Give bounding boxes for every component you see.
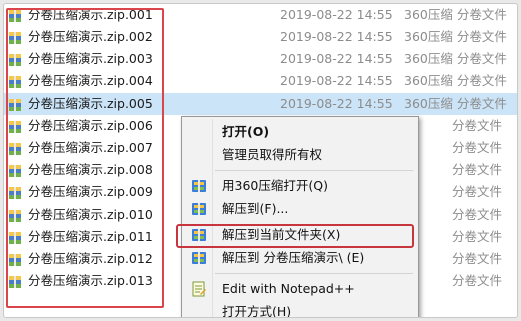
- context-menu: 打开(O) 管理员取得所有权 用360压缩打开(Q) 解压到(F)... 解压到…: [181, 116, 419, 318]
- archive-volume-icon: [8, 30, 22, 44]
- menu-item-open-with[interactable]: 打开方式(H): [182, 301, 418, 318]
- archive-volume-icon: [8, 8, 22, 22]
- menu-item-open-with-360[interactable]: 用360压缩打开(Q): [182, 175, 418, 197]
- file-type: 分卷文件: [452, 184, 503, 199]
- file-name: 分卷压缩演示.zip.007: [28, 140, 153, 155]
- file-name: 分卷压缩演示.zip.006: [28, 118, 153, 133]
- menu-item-label: 解压到(F)...: [222, 201, 289, 216]
- file-name: 分卷压缩演示.zip.008: [28, 162, 153, 177]
- archive-volume-icon: [8, 163, 22, 177]
- menu-item-take-ownership[interactable]: 管理员取得所有权: [182, 144, 418, 166]
- file-name: 分卷压缩演示.zip.004: [28, 73, 153, 88]
- 360-zip-icon: [191, 201, 207, 217]
- menu-item-label: 用360压缩打开(Q): [222, 178, 328, 193]
- file-date: 2019-08-22 14:55: [280, 29, 393, 44]
- menu-item-open[interactable]: 打开(O): [182, 121, 418, 143]
- menu-separator: [215, 273, 413, 274]
- file-row[interactable]: 分卷压缩演示.zip.001 2019-08-22 14:55 360压缩 分卷文件: [4, 4, 517, 26]
- 360-zip-icon: [191, 178, 207, 194]
- file-type: 360压缩 分卷文件: [404, 51, 507, 66]
- 360-zip-icon: [191, 250, 207, 266]
- file-type: 360压缩 分卷文件: [404, 96, 507, 111]
- menu-item-label: 解压到 分卷压缩演示\ (E): [222, 250, 365, 265]
- file-name: 分卷压缩演示.zip.003: [28, 51, 153, 66]
- file-name: 分卷压缩演示.zip.011: [28, 229, 153, 244]
- file-name: 分卷压缩演示.zip.002: [28, 29, 153, 44]
- 360-zip-icon: [191, 227, 207, 243]
- archive-volume-icon: [8, 52, 22, 66]
- menu-item-extract-here[interactable]: 解压到当前文件夹(X): [182, 224, 418, 246]
- menu-item-label: 打开(O): [222, 124, 270, 139]
- file-row[interactable]: 分卷压缩演示.zip.004 2019-08-22 14:55 360压缩 分卷文件: [4, 70, 517, 92]
- archive-volume-icon: [8, 119, 22, 133]
- menu-item-extract-to-folder[interactable]: 解压到 分卷压缩演示\ (E): [182, 247, 418, 269]
- file-type: 360压缩 分卷文件: [404, 7, 507, 22]
- file-name: 分卷压缩演示.zip.005: [28, 96, 153, 111]
- file-row[interactable]: 分卷压缩演示.zip.002 2019-08-22 14:55 360压缩 分卷文件: [4, 26, 517, 48]
- file-date: 2019-08-22 14:55: [280, 73, 393, 88]
- menu-item-extract-to[interactable]: 解压到(F)...: [182, 198, 418, 220]
- file-name: 分卷压缩演示.zip.010: [28, 207, 153, 222]
- file-type: 360压缩 分卷文件: [404, 29, 507, 44]
- file-type: 分卷文件: [452, 229, 503, 244]
- file-row[interactable]: 分卷压缩演示.zip.005 2019-08-22 14:55 360压缩 分卷文件: [4, 93, 517, 115]
- archive-volume-icon: [8, 97, 22, 111]
- file-name: 分卷压缩演示.zip.001: [28, 7, 153, 22]
- archive-volume-icon: [8, 74, 22, 88]
- notepad-plus-plus-icon: [191, 281, 207, 297]
- file-date: 2019-08-22 14:55: [280, 7, 393, 22]
- menu-item-label: 解压到当前文件夹(X): [222, 227, 341, 242]
- file-type: 分卷文件: [452, 207, 503, 222]
- menu-item-label: 打开方式(H): [222, 304, 292, 318]
- file-date: 2019-08-22 14:55: [280, 96, 393, 111]
- archive-volume-icon: [8, 230, 22, 244]
- file-type: 分卷文件: [452, 251, 503, 266]
- file-row[interactable]: 分卷压缩演示.zip.003 2019-08-22 14:55 360压缩 分卷文件: [4, 48, 517, 70]
- archive-volume-icon: [8, 141, 22, 155]
- archive-volume-icon: [8, 252, 22, 266]
- menu-separator: [215, 170, 413, 171]
- file-type: 分卷文件: [452, 140, 503, 155]
- file-name: 分卷压缩演示.zip.013: [28, 273, 153, 288]
- file-type: 分卷文件: [452, 118, 503, 133]
- file-type: 分卷文件: [452, 162, 503, 177]
- file-date: 2019-08-22 14:55: [280, 51, 393, 66]
- file-type: 分卷文件: [452, 273, 503, 288]
- menu-item-edit-notepad[interactable]: Edit with Notepad++: [182, 278, 418, 300]
- archive-volume-icon: [8, 274, 22, 288]
- archive-volume-icon: [8, 185, 22, 199]
- file-name: 分卷压缩演示.zip.009: [28, 184, 153, 199]
- file-name: 分卷压缩演示.zip.012: [28, 251, 153, 266]
- explorer-window: 分卷压缩演示.zip.001 2019-08-22 14:55 360压缩 分卷文件…: [3, 3, 518, 318]
- file-type: 360压缩 分卷文件: [404, 73, 507, 88]
- menu-item-label: Edit with Notepad++: [222, 281, 355, 296]
- menu-item-label: 管理员取得所有权: [222, 147, 323, 162]
- archive-volume-icon: [8, 208, 22, 222]
